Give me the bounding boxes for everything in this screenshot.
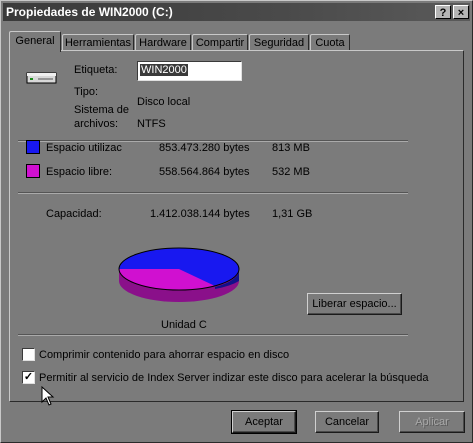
disk-usage-pie (118, 247, 240, 302)
hard-drive-icon (26, 72, 57, 84)
fs-value: NTFS (137, 118, 166, 130)
free-space-swatch (26, 164, 40, 178)
tab-seguridad[interactable]: Seguridad (249, 34, 309, 51)
separator-bottom (18, 334, 408, 336)
volume-label-value: WIN2000 (140, 64, 188, 76)
help-button[interactable]: ? (435, 5, 451, 19)
title-bar[interactable]: Propiedades de WIN2000 (C:) ? × (3, 3, 470, 21)
free-space-label: Espacio libre: (46, 166, 113, 178)
used-space-bytes: 853.473.280 bytes (159, 142, 250, 154)
capacity-bytes: 1.412.038.144 bytes (150, 208, 250, 220)
capacity-size: 1,31 GB (272, 208, 313, 220)
cancel-button[interactable]: Cancelar (315, 411, 379, 433)
used-space-size: 813 MB (272, 142, 310, 154)
separator-middle (18, 192, 408, 194)
tab-general[interactable]: General (9, 31, 61, 52)
fs-caption-line1: Sistema de (74, 104, 130, 116)
used-space-label: Espacio utilizac (46, 142, 122, 154)
tab-compartir[interactable]: Compartir (192, 34, 248, 51)
type-value: Disco local (137, 96, 191, 108)
close-button[interactable]: × (453, 5, 469, 19)
used-space-swatch (26, 140, 40, 154)
index-checkbox[interactable]: ✓ (22, 371, 35, 384)
compress-label[interactable]: Comprimir contenido para ahorrar espacio… (39, 349, 289, 361)
tab-hardware[interactable]: Hardware (135, 34, 191, 51)
tab-herramientas[interactable]: Herramientas (62, 34, 134, 51)
apply-button[interactable]: Aplicar (399, 411, 465, 433)
free-space-bytes: 558.564.864 bytes (159, 166, 250, 178)
type-caption: Tipo: (74, 86, 99, 98)
compress-checkbox[interactable] (22, 348, 35, 361)
window-title: Propiedades de WIN2000 (C:) (6, 5, 173, 19)
disk-cleanup-button[interactable]: Liberar espacio... (307, 293, 402, 315)
volume-label-input[interactable]: WIN2000 (137, 61, 242, 81)
mouse-cursor-icon (41, 386, 55, 406)
tab-cuota[interactable]: Cuota (310, 34, 350, 51)
fs-caption-line2: archivos: (74, 118, 119, 130)
index-label[interactable]: Permitir al servicio de Index Server ind… (39, 372, 428, 384)
drive-label: Unidad C (161, 319, 207, 331)
properties-window: Propiedades de WIN2000 (C:) ? × General … (0, 0, 473, 443)
general-panel: Etiqueta: WIN2000 Tipo: Disco local Sist… (9, 50, 464, 406)
ok-button[interactable]: Aceptar (231, 410, 297, 434)
free-space-size: 532 MB (272, 166, 310, 178)
label-caption: Etiqueta: (74, 64, 118, 76)
capacity-label: Capacidad: (46, 208, 102, 220)
